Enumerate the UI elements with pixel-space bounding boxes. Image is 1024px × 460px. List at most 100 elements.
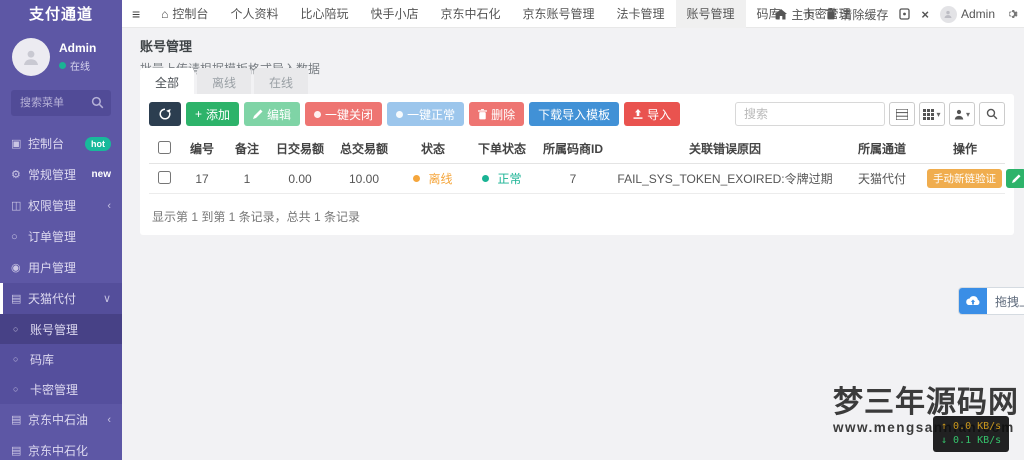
manual-verify-button[interactable]: 手动新链验证 bbox=[927, 169, 1002, 188]
sidebar-item-0[interactable]: ▣ 控制台 hot bbox=[0, 128, 122, 159]
normal-all-button[interactable]: 一键正常 bbox=[387, 102, 465, 126]
search-icon[interactable] bbox=[91, 96, 104, 109]
nav-tab-4[interactable]: 京东中石化 bbox=[429, 0, 511, 28]
circle-icon: ○ bbox=[13, 324, 19, 334]
import-button[interactable]: 导入 bbox=[624, 102, 681, 126]
nav-tab-3[interactable]: 快手小店 bbox=[359, 0, 429, 28]
download-template-label: 下载导入模板 bbox=[538, 107, 611, 122]
table-search bbox=[735, 102, 885, 126]
column-header-2[interactable]: 日交易额 bbox=[269, 134, 331, 164]
filter-tab-1[interactable]: 离线 bbox=[197, 68, 252, 97]
status-badge: 离线 bbox=[428, 172, 453, 186]
hamburger-icon[interactable]: ≡ bbox=[122, 6, 150, 22]
nav-tab-2[interactable]: 比心陪玩 bbox=[289, 0, 359, 28]
sidebar-submenu: ○ 账号管理 ○ 码库 ○ 卡密管理 bbox=[0, 314, 122, 404]
row-checkbox[interactable] bbox=[157, 170, 171, 184]
close-all-label: 一键关闭 bbox=[325, 107, 374, 122]
row-edit-button[interactable] bbox=[1006, 169, 1024, 188]
refresh-icon bbox=[159, 108, 171, 120]
column-header-9[interactable]: 操作 bbox=[925, 134, 1005, 164]
sidebar-subitem-2[interactable]: ○ 卡密管理 bbox=[0, 374, 122, 404]
page-title: 账号管理 bbox=[140, 39, 193, 54]
sidebar-subitem-1[interactable]: ○ 码库 bbox=[0, 344, 122, 374]
nav-tab-label: 个人资料 bbox=[230, 7, 279, 21]
select-all-checkbox[interactable] bbox=[157, 140, 171, 154]
upload-widget[interactable]: 拖拽上传 bbox=[958, 287, 1024, 315]
sidebar-item-4[interactable]: ◉ 用户管理 bbox=[0, 252, 122, 283]
advanced-search-button[interactable] bbox=[979, 102, 1005, 126]
nav-tab-7[interactable]: 账号管理 bbox=[675, 0, 746, 28]
column-header-7[interactable]: 关联错误原因 bbox=[611, 134, 839, 164]
cell-total-amount: 10.00 bbox=[331, 163, 397, 194]
nav-tab-1[interactable]: 个人资料 bbox=[219, 0, 289, 28]
nav-tab-0[interactable]: ⌂ 控制台 bbox=[150, 0, 219, 28]
table-search-input[interactable] bbox=[735, 102, 885, 126]
column-header-1[interactable]: 备注 bbox=[225, 134, 269, 164]
column-header-0[interactable]: 编号 bbox=[179, 134, 225, 164]
sidebar-item-5[interactable]: ▤ 天猫代付 ∨ bbox=[0, 283, 122, 314]
toolbar-right: ▾ ▾ bbox=[735, 102, 1005, 126]
cell-daily-amount: 0.00 bbox=[269, 163, 331, 194]
sidebar-item-1[interactable]: ⚙ 常规管理 new bbox=[0, 159, 122, 190]
filter-tab-2[interactable]: 在线 bbox=[254, 68, 309, 97]
sidebar-item-3[interactable]: ○ 订单管理 bbox=[0, 221, 122, 252]
avatar[interactable] bbox=[12, 38, 50, 76]
fullscreen-icon[interactable]: × bbox=[921, 7, 929, 22]
chevron-down-icon: ▾ bbox=[965, 109, 970, 119]
pencil-icon bbox=[1011, 174, 1021, 183]
column-header-6[interactable]: 所属码商ID bbox=[535, 134, 611, 164]
cell-merchant-id: 7 bbox=[535, 163, 611, 194]
sidebar-item-7[interactable]: ▤ 京东中石化 bbox=[0, 435, 122, 460]
sidebar-item-6[interactable]: ▤ 京东中石油 ‹ bbox=[0, 404, 122, 435]
sidebar-subitem-0[interactable]: ○ 账号管理 bbox=[0, 314, 122, 344]
add-button[interactable]: + 添加 bbox=[186, 102, 240, 126]
column-header-3[interactable]: 总交易额 bbox=[331, 134, 397, 164]
upload-speed: ↑ 0.0 KB/s bbox=[941, 421, 1002, 432]
toolbar-buttons: + 添加 编辑 一键关闭 一键正常 删除 下载导入模板 导入 bbox=[149, 102, 685, 126]
toggle-view-button[interactable] bbox=[889, 102, 915, 126]
hot-badge: hot bbox=[85, 136, 111, 151]
download-template-button[interactable]: 下载导入模板 bbox=[529, 102, 620, 126]
user-silhouette-icon bbox=[944, 10, 952, 18]
clear-cache-link[interactable]: 清除缓存 bbox=[826, 6, 888, 23]
column-header-5[interactable]: 下单状态 bbox=[469, 134, 535, 164]
watermark-title: 梦三年源码网 bbox=[833, 386, 1019, 419]
export-button[interactable]: ▾ bbox=[949, 102, 975, 126]
search-icon bbox=[986, 108, 998, 120]
online-dot-icon bbox=[59, 62, 66, 69]
sidebar-item-label: 用户管理 bbox=[28, 261, 77, 275]
new-badge: new bbox=[91, 169, 111, 180]
cloud-upload-icon[interactable] bbox=[959, 288, 987, 314]
nav-tab-5[interactable]: 京东账号管理 bbox=[512, 0, 606, 28]
plus-icon: + bbox=[195, 107, 203, 121]
home-link[interactable]: 主页 bbox=[775, 6, 815, 23]
column-header-4[interactable]: 状态 bbox=[397, 134, 469, 164]
chevron-left-icon: ‹ bbox=[107, 199, 111, 212]
edit-button[interactable]: 编辑 bbox=[244, 102, 301, 126]
edit-button-label: 编辑 bbox=[267, 107, 292, 122]
gear-icon[interactable] bbox=[1006, 8, 1018, 20]
normal-dot-icon bbox=[482, 175, 490, 182]
user-menu[interactable]: Admin bbox=[939, 5, 995, 23]
filter-tab-0[interactable]: 全部 bbox=[140, 68, 195, 97]
nav-tab-label: 法卡管理 bbox=[616, 7, 665, 21]
filter-tabs: 全部 离线 在线 bbox=[140, 68, 311, 97]
user-meta: Admin 在线 bbox=[59, 41, 96, 73]
delete-button[interactable]: 删除 bbox=[469, 102, 525, 126]
sidebar-item-2[interactable]: ◫ 权限管理 ‹ bbox=[0, 190, 122, 221]
cell-order-status: 正常 bbox=[469, 163, 535, 194]
list-icon: ▤ bbox=[11, 445, 22, 457]
refresh-button[interactable] bbox=[149, 102, 181, 126]
list-icon: ▤ bbox=[11, 293, 22, 305]
user-name: Admin bbox=[59, 41, 97, 55]
home-link-label: 主页 bbox=[791, 7, 816, 22]
sidebar-item-label: 天猫代付 bbox=[28, 292, 77, 306]
navbar-avatar bbox=[939, 5, 957, 23]
lock-screen-icon[interactable] bbox=[899, 8, 911, 20]
nav-tab-6[interactable]: 法卡管理 bbox=[606, 0, 676, 28]
close-all-button[interactable]: 一键关闭 bbox=[305, 102, 383, 126]
columns-button[interactable]: ▾ bbox=[919, 102, 945, 126]
upload-label: 拖拽上传 bbox=[995, 294, 1024, 309]
sidebar-menu: ▣ 控制台 hot ⚙ 常规管理 new ◫ 权限管理 ‹ ○ 订单管理 ◉ 用户管理 ▤ 天猫代付 ∨ ○ 账号… bbox=[0, 128, 122, 460]
column-header-8[interactable]: 所属通道 bbox=[839, 134, 925, 164]
